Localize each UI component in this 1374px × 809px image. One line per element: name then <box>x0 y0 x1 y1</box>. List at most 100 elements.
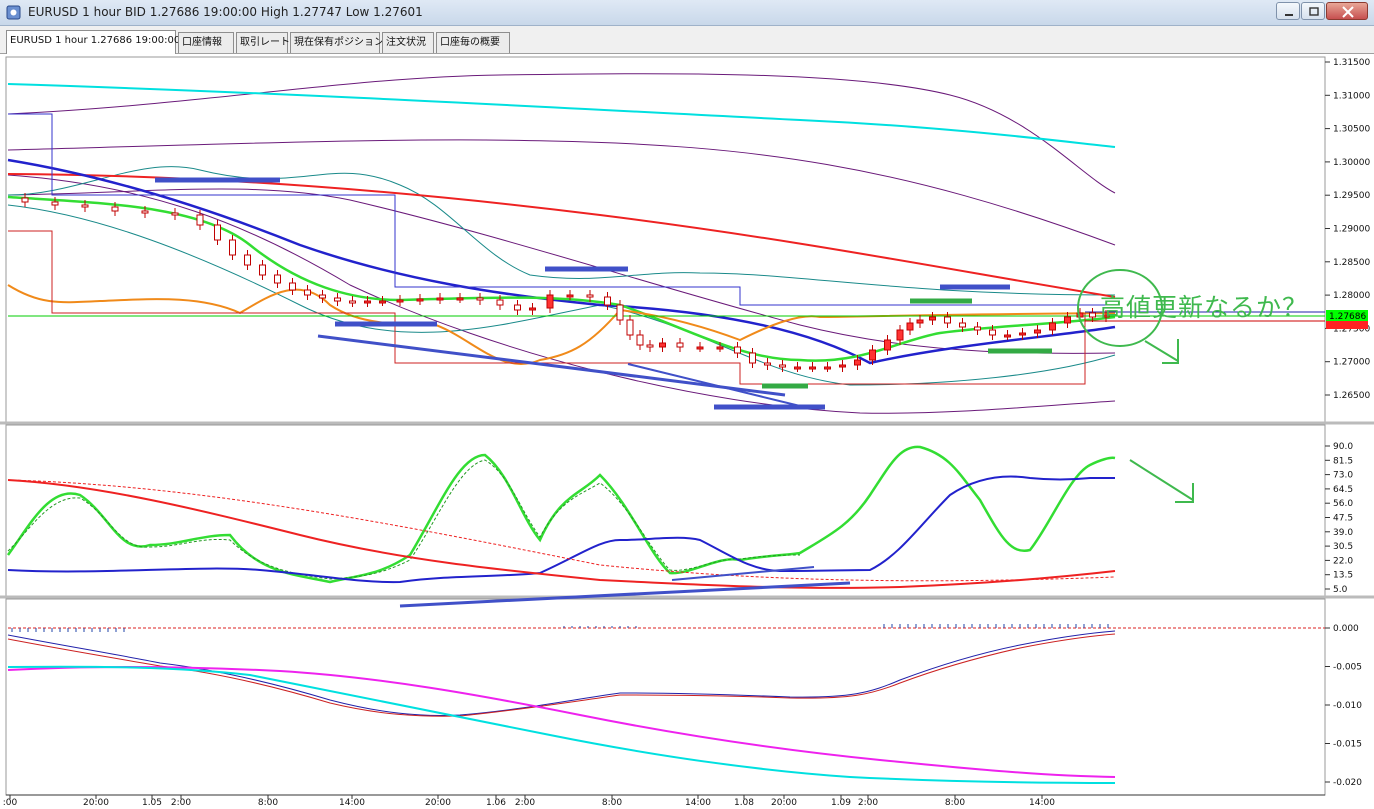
time-tick-label: 20:00 <box>83 798 109 808</box>
price-tick-label: 1.29000 <box>1333 225 1370 235</box>
minimize-icon <box>1285 14 1293 16</box>
magenta-line <box>7 666 1116 778</box>
candle-body <box>1064 316 1071 324</box>
tab-label: 取引レート <box>240 37 290 48</box>
candle-body <box>659 342 666 348</box>
tab-positions[interactable]: 現在保有ポジション <box>290 32 384 53</box>
upper-band <box>7 139 1116 246</box>
candlesticks <box>21 193 1110 372</box>
tab-account-info[interactable]: 口座情報 <box>178 32 234 53</box>
time-axis: :00 20:00 1.05 2:00 8:00 14:00 20:00 1.06 2:00 8:… <box>3 794 1325 808</box>
candle-body <box>1034 329 1041 334</box>
candle-body <box>944 316 951 324</box>
candle-body <box>906 322 914 331</box>
time-tick-label: 8:00 <box>945 798 965 808</box>
candle-body <box>259 264 266 276</box>
envelope-bands <box>7 73 1116 414</box>
upper-band-outer <box>7 73 1116 194</box>
oscillator-trendline[interactable] <box>399 581 851 608</box>
time-tick-label: 2:00 <box>171 798 191 808</box>
candle-body <box>636 334 644 346</box>
orange-indicator-line <box>7 284 1116 365</box>
candle-body <box>854 359 861 366</box>
candle-body <box>676 342 684 348</box>
candle-body <box>289 282 296 291</box>
window-titlebar: EURUSD 1 hour BID 1.27686 19:00:00 High … <box>0 0 1374 26</box>
oscillator-tick-label: 73.0 <box>1333 471 1353 481</box>
inner-lower-band <box>7 204 1116 386</box>
stochastic-d-line <box>7 459 801 580</box>
macd-axis: 0.000 -0.005 -0.010 -0.015 -0.020 <box>1325 624 1362 788</box>
candle-body <box>141 210 149 214</box>
tab-rates[interactable]: 取引レート <box>236 32 290 53</box>
time-tick-label: 1.05 <box>142 798 162 808</box>
tab-label: 現在保有ポジション <box>294 37 384 48</box>
candle-body <box>604 296 611 306</box>
candle-body <box>974 326 981 331</box>
time-tick-label: 1.06 <box>486 798 506 808</box>
candle-body <box>779 364 786 368</box>
tab-label: 注文状況 <box>386 37 426 48</box>
candle-body <box>396 299 404 303</box>
candle-body <box>456 297 464 301</box>
time-tick-label: 2:00 <box>515 798 535 808</box>
candle-body <box>244 254 251 266</box>
candle-body <box>824 366 831 370</box>
price-axis: 1.31500 1.31000 1.30500 1.30000 1.29500 1.290… <box>1325 58 1370 401</box>
candle-body <box>839 364 846 368</box>
candle-body <box>646 344 654 348</box>
candle-body <box>496 299 504 306</box>
down-arrow-annotation[interactable] <box>1144 339 1179 364</box>
candle-body <box>319 294 326 299</box>
oscillator-tick-label: 81.5 <box>1333 456 1353 466</box>
candle-body <box>304 289 311 296</box>
candle-body <box>696 346 704 350</box>
macd-tick-label: -0.020 <box>1333 778 1362 788</box>
time-tick-label: 14:00 <box>685 798 711 808</box>
candle-body <box>81 204 89 208</box>
ask-price-label-bg <box>1326 321 1368 329</box>
candle-body <box>989 329 996 336</box>
price-tick-label: 1.28500 <box>1333 258 1370 268</box>
candle-body <box>529 307 536 311</box>
candle-body <box>1049 322 1056 331</box>
price-tick-label: 1.30000 <box>1333 158 1370 168</box>
tab-account-summary[interactable]: 口座毎の概要 <box>436 32 510 53</box>
candle-body <box>566 294 574 298</box>
oscillator-tick-label: 30.5 <box>1333 542 1353 552</box>
candle-body <box>929 316 936 321</box>
candle-body <box>274 274 281 284</box>
minimize-button[interactable] <box>1276 2 1300 20</box>
time-tick-label: 8:00 <box>602 798 622 808</box>
candle-body <box>794 366 801 370</box>
candle-body <box>436 297 444 301</box>
time-tick-label: 20:00 <box>771 798 797 808</box>
candle-body <box>364 300 371 304</box>
candle-body <box>586 294 594 298</box>
tab-orders[interactable]: 注文状況 <box>382 32 434 53</box>
candle-body <box>616 304 624 321</box>
long-ma-line <box>7 83 1116 148</box>
inner-upper-band <box>7 166 1116 296</box>
candle-body <box>734 346 741 354</box>
time-tick-label: 1.08 <box>734 798 754 808</box>
price-chart[interactable]: 1.31500 1.31000 1.30500 1.30000 1.29500 1.290… <box>0 55 1374 809</box>
fast-ma-line <box>7 195 1116 362</box>
restore-button[interactable] <box>1301 2 1325 20</box>
oscillator-tick-label: 13.5 <box>1333 571 1353 581</box>
oscillator-tick-label: 39.0 <box>1333 528 1353 538</box>
chart-window[interactable]: 1.31500 1.31000 1.30500 1.30000 1.29500 1.290… <box>0 55 1374 809</box>
time-tick-label: 8:00 <box>258 798 278 808</box>
candle-body <box>214 224 221 241</box>
candle-body <box>959 322 966 328</box>
candle-body <box>896 329 904 341</box>
tab-chart[interactable]: EURUSD 1 hour 1.27686 19:00:00 <box>6 30 180 54</box>
candle-body <box>416 298 424 302</box>
oscillator-tick-label: 90.0 <box>1333 442 1353 452</box>
candle-body <box>514 304 521 311</box>
oscillator-down-arrow[interactable] <box>1129 459 1194 503</box>
time-tick-label: :00 <box>3 798 18 808</box>
candle-body <box>1089 312 1096 318</box>
candle-body <box>349 300 356 304</box>
close-button[interactable] <box>1326 2 1368 20</box>
